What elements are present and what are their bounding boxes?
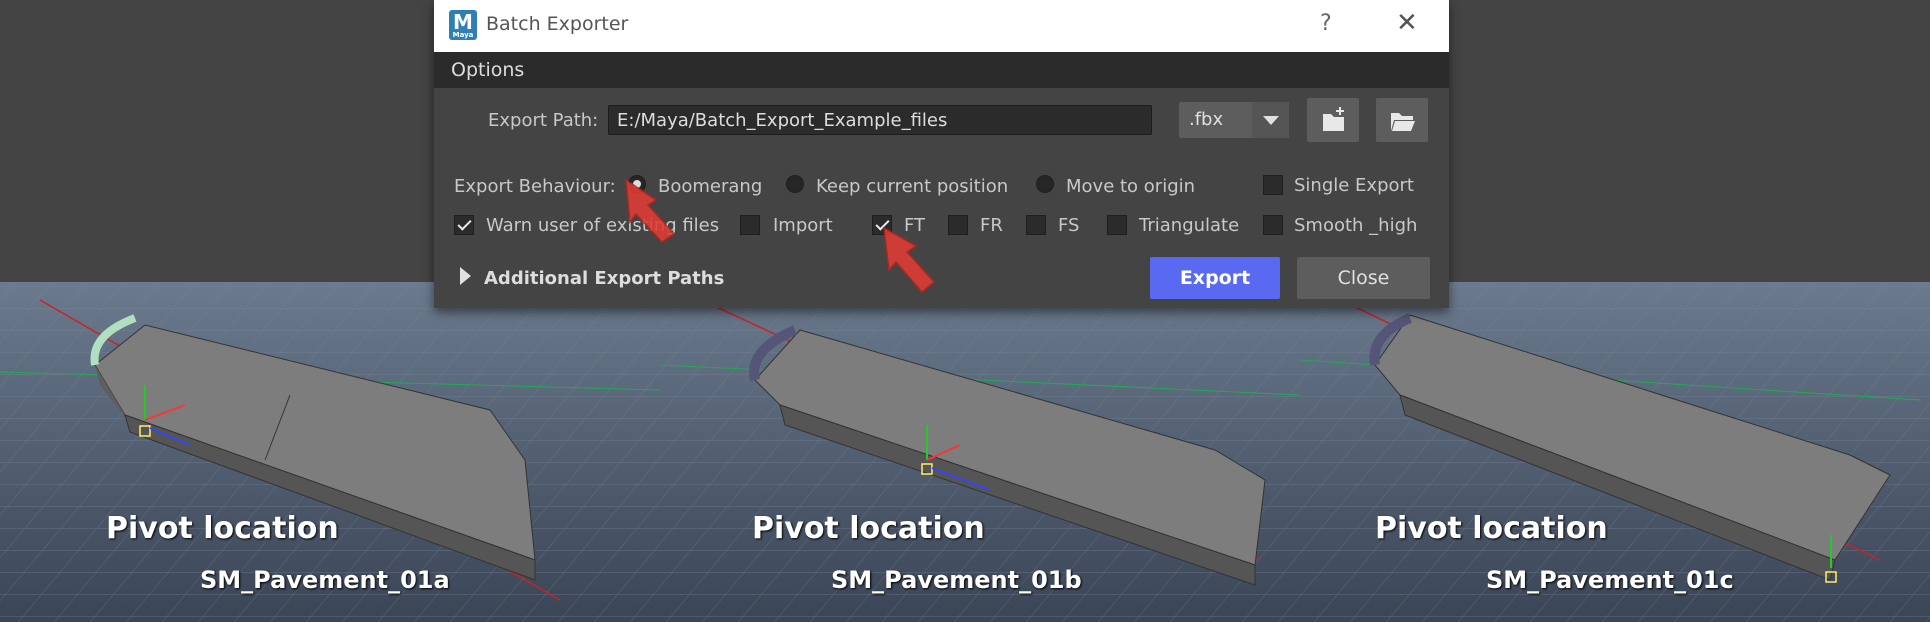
checkbox-fs-label[interactable]: FS: [1058, 215, 1079, 236]
checkbox-triangulate[interactable]: [1107, 215, 1127, 235]
export-path-label: Export Path:: [488, 110, 599, 131]
menu-bar: Options: [434, 52, 1449, 88]
radio-move-to-origin-label[interactable]: Move to origin: [1066, 176, 1195, 197]
menu-options[interactable]: Options: [451, 59, 524, 81]
open-folder-button[interactable]: [1376, 98, 1428, 142]
pivot-caption-a: Pivot location: [106, 511, 339, 546]
open-folder-icon: [1391, 113, 1415, 131]
radio-move-to-origin[interactable]: [1036, 175, 1054, 193]
checkbox-smooth-high-label[interactable]: Smooth _high: [1294, 215, 1417, 236]
radio-keep-position[interactable]: [786, 175, 804, 193]
format-value: .fbx: [1189, 109, 1224, 130]
new-folder-button[interactable]: [1307, 98, 1359, 142]
title-bar[interactable]: M Maya Batch Exporter ? ✕: [434, 0, 1449, 52]
additional-export-paths-toggle[interactable]: Additional Export Paths: [484, 268, 724, 289]
checkbox-single-export[interactable]: [1263, 175, 1283, 195]
annotation-arrow-boomerang: [625, 178, 676, 243]
pivot-caption-b: Pivot location: [752, 511, 985, 546]
checkbox-fs[interactable]: [1026, 215, 1046, 235]
mesh-name-c: SM_Pavement_01c: [1486, 566, 1734, 594]
checkbox-triangulate-label[interactable]: Triangulate: [1139, 215, 1239, 236]
window-title: Batch Exporter: [486, 13, 629, 35]
batch-exporter-dialog: M Maya Batch Exporter ? ✕ Options Export…: [434, 0, 1449, 308]
format-dropdown[interactable]: .fbx: [1179, 102, 1289, 138]
expand-arrow-icon[interactable]: [460, 267, 471, 285]
checkbox-smooth-high[interactable]: [1263, 215, 1283, 235]
mesh-name-a: SM_Pavement_01a: [200, 566, 450, 594]
close-window-icon[interactable]: ✕: [1396, 8, 1418, 38]
mesh-name-b: SM_Pavement_01b: [831, 566, 1082, 594]
checkbox-import[interactable]: [740, 215, 760, 235]
checkbox-single-export-label[interactable]: Single Export: [1294, 175, 1414, 196]
new-folder-icon: [1323, 107, 1344, 131]
close-button[interactable]: Close: [1297, 257, 1430, 299]
checkbox-import-label[interactable]: Import: [773, 215, 833, 236]
pivot-caption-c: Pivot location: [1375, 511, 1608, 546]
format-dropdown-arrow[interactable]: [1252, 102, 1289, 138]
radio-keep-position-label[interactable]: Keep current position: [816, 176, 1008, 197]
export-button[interactable]: Export: [1150, 257, 1280, 299]
checkbox-warn-user[interactable]: [454, 215, 474, 235]
help-button[interactable]: ?: [1320, 11, 1332, 36]
export-behaviour-label: Export Behaviour:: [454, 176, 616, 197]
annotation-arrow-ft: [883, 226, 936, 294]
chevron-down-icon: [1263, 116, 1279, 125]
maya-app-icon: M Maya: [449, 10, 477, 40]
export-path-input[interactable]: E:/Maya/Batch_Export_Example_files: [608, 105, 1152, 135]
checkbox-fr-label[interactable]: FR: [980, 215, 1003, 236]
